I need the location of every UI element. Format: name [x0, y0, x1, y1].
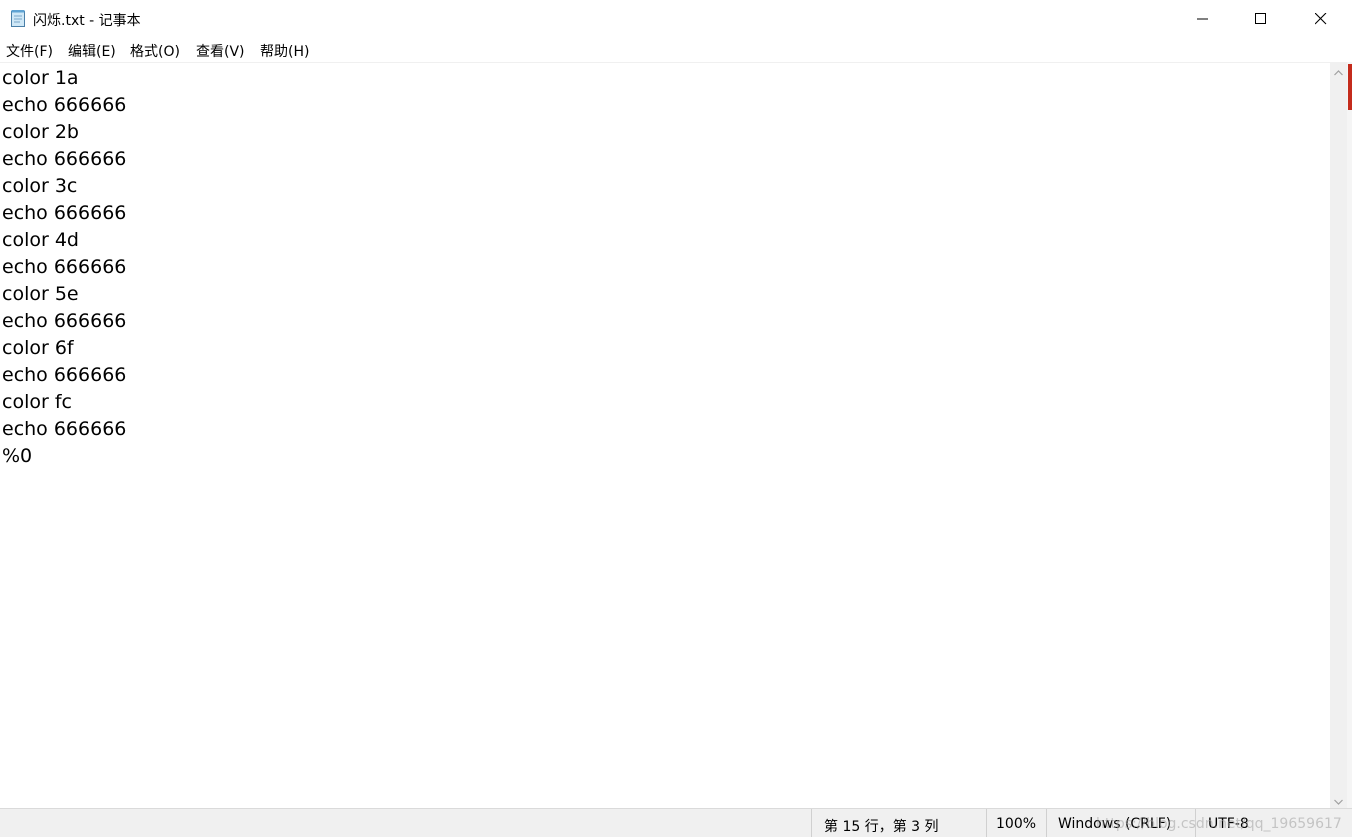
editor-line: color 6f [2, 337, 74, 359]
status-position: 第 15 行，第 3 列 [824, 819, 939, 835]
editor-line: color fc [2, 391, 72, 413]
window-edge [1347, 62, 1352, 808]
menu-bar: 文件(F) 编辑(E) 格式(O) 查看(V) 帮助(H) [0, 38, 1352, 62]
close-icon [1314, 10, 1327, 29]
status-position-segment: 第 15 行，第 3 列 [811, 809, 987, 837]
maximize-button[interactable] [1232, 0, 1290, 38]
editor-line: echo 666666 [2, 364, 127, 386]
notepad-icon [10, 9, 27, 27]
title-bar[interactable]: 闪烁.txt - 记事本 [0, 0, 1352, 38]
editor-line: echo 666666 [2, 256, 127, 278]
watermark-text: https://blog.csdn.net/qq_19659617 [1096, 816, 1342, 832]
editor-line: color 2b [2, 121, 79, 143]
edge-marker [1348, 64, 1352, 110]
editor-line: echo 666666 [2, 148, 127, 170]
text-editor[interactable]: color 1a echo 666666 color 2b echo 66666… [0, 62, 1330, 809]
menu-format[interactable]: 格式(O) [130, 41, 180, 61]
editor-line: color 3c [2, 175, 78, 197]
scroll-down-button[interactable] [1330, 791, 1347, 808]
editor-content[interactable]: color 1a echo 666666 color 2b echo 66666… [2, 65, 126, 470]
editor-line: color 1a [2, 67, 79, 89]
menu-file[interactable]: 文件(F) [6, 41, 53, 61]
minimize-button[interactable] [1174, 0, 1232, 38]
chevron-up-icon [1334, 61, 1343, 80]
close-button[interactable] [1290, 0, 1352, 38]
status-zoom: 100% [996, 816, 1037, 832]
chevron-down-icon [1334, 790, 1343, 809]
editor-line: color 4d [2, 229, 79, 251]
status-bar: 第 15 行，第 3 列 100% Windows (CRLF) UTF-8 h… [0, 808, 1352, 837]
notepad-window: 闪烁.txt - 记事本 文件(F) 编辑(E) 格式(O) 查看(V) 帮助(… [0, 0, 1352, 837]
editor-line: echo 666666 [2, 418, 127, 440]
editor-line: echo 666666 [2, 94, 127, 116]
menu-view[interactable]: 查看(V) [196, 41, 245, 61]
minimize-icon [1197, 10, 1209, 29]
editor-line: color 5e [2, 283, 79, 305]
menu-edit[interactable]: 编辑(E) [68, 41, 116, 61]
editor-line: echo 666666 [2, 310, 127, 332]
scroll-up-button[interactable] [1330, 62, 1347, 79]
editor-line: echo 666666 [2, 202, 127, 224]
editor-line: %0 [2, 445, 33, 467]
vertical-scrollbar[interactable] [1330, 62, 1347, 808]
window-title: 闪烁.txt - 记事本 [33, 13, 141, 29]
status-zoom-segment: 100% [986, 809, 1047, 837]
menu-help[interactable]: 帮助(H) [260, 41, 309, 61]
maximize-icon [1255, 10, 1267, 29]
